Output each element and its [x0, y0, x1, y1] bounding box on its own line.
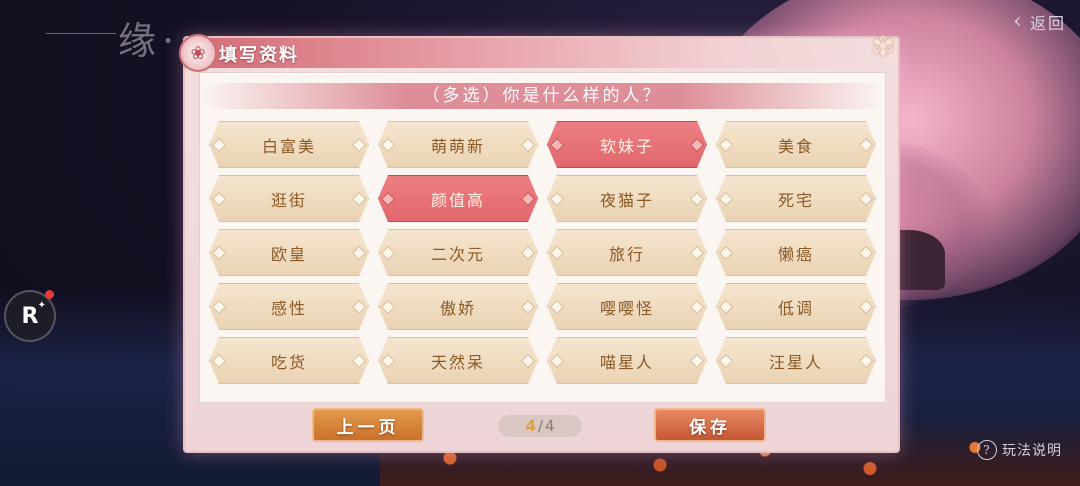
option-tile[interactable]: 喵星人: [547, 337, 707, 384]
option-tile[interactable]: 萌萌新: [378, 121, 538, 168]
option-tile[interactable]: 傲娇: [378, 283, 538, 330]
option-tile[interactable]: 逛街: [209, 175, 369, 222]
option-tile[interactable]: 死宅: [716, 175, 876, 222]
close-icon[interactable]: ✾: [866, 30, 900, 64]
decorative-line: [46, 33, 116, 34]
option-tile[interactable]: 软妹子: [547, 121, 707, 168]
page-total: 4: [544, 417, 555, 435]
option-tile[interactable]: 嘤嘤怪: [547, 283, 707, 330]
profile-dialog: ❀ 填写资料 ✾ （多选）你是什么样的人？ 白富美 萌萌新 软妹子 美食逛街 颜值高 夜猫…: [179, 32, 900, 453]
option-tile[interactable]: 低调: [716, 283, 876, 330]
lotus-icon: ❀: [179, 34, 217, 72]
option-tile[interactable]: 吃货: [209, 337, 369, 384]
notification-dot: [45, 290, 54, 299]
option-tile[interactable]: 颜值高: [378, 175, 538, 222]
r-app-badge[interactable]: R ✦: [4, 290, 56, 342]
option-tile[interactable]: 感性: [209, 283, 369, 330]
dialog-title: 填写资料: [219, 45, 299, 66]
page-indicator: 4 / 4: [498, 415, 582, 437]
back-label: 返回: [1029, 14, 1066, 33]
option-tile[interactable]: 夜猫子: [547, 175, 707, 222]
prev-page-button[interactable]: 上一页: [312, 408, 424, 442]
save-button[interactable]: 保存: [654, 408, 766, 442]
option-tile[interactable]: 天然呆: [378, 337, 538, 384]
options-grid: 白富美 萌萌新 软妹子 美食逛街 颜值高 夜猫子 死宅欧皇 二次元 旅行 懒癌感性 傲娇 嘤嘤怪 低调吃…: [209, 121, 876, 384]
background-calligraphy: 缘·: [118, 19, 181, 63]
help-button[interactable]: ? 玩法说明: [977, 440, 1062, 460]
help-label: 玩法说明: [1002, 443, 1062, 459]
question-icon: ?: [977, 440, 997, 460]
page-current: 4: [525, 417, 536, 435]
option-tile[interactable]: 美食: [716, 121, 876, 168]
options-panel: （多选）你是什么样的人？ 白富美 萌萌新 软妹子 美食逛街 颜值高 夜猫子 死宅欧皇 二次元旅…: [199, 72, 886, 403]
option-tile[interactable]: 白富美: [209, 121, 369, 168]
option-tile[interactable]: 欧皇: [209, 229, 369, 276]
option-tile[interactable]: 汪星人: [716, 337, 876, 384]
option-tile[interactable]: 二次元: [378, 229, 538, 276]
option-tile[interactable]: 懒癌: [716, 229, 876, 276]
badge-letter: R: [21, 303, 39, 329]
sparkle-icon: ✦: [37, 300, 46, 311]
back-button[interactable]: ‹ 返回: [1013, 10, 1066, 34]
chevron-left-icon: ‹: [1013, 9, 1024, 34]
question-title: （多选）你是什么样的人？: [200, 83, 885, 109]
option-tile[interactable]: 旅行: [547, 229, 707, 276]
page-separator: /: [537, 417, 543, 435]
